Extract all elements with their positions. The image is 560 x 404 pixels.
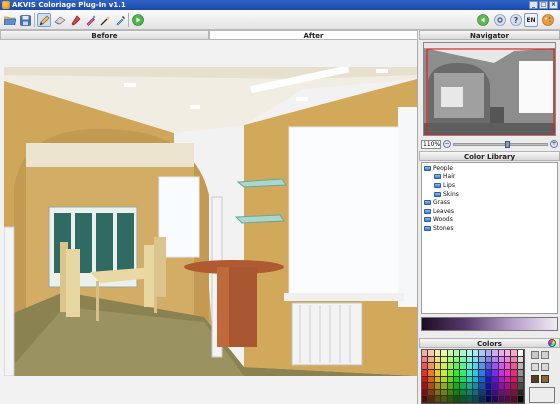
app-icon (2, 1, 10, 9)
right-panel: Navigator 110% − + Color Library People … (419, 30, 560, 404)
color-slot[interactable] (531, 363, 539, 371)
maximize-button[interactable]: □ (539, 1, 548, 9)
library-item[interactable]: Skins (424, 190, 555, 199)
navigator-thumbnail[interactable] (423, 42, 556, 136)
library-item[interactable]: People (424, 164, 555, 173)
color-swatch[interactable] (517, 369, 524, 377)
color-gradient-bar[interactable] (421, 317, 558, 331)
toolbar: ? EN (0, 10, 560, 30)
library-item[interactable]: Hair (424, 173, 555, 182)
zoom-out-button[interactable]: − (443, 140, 451, 148)
back-icon[interactable] (476, 13, 490, 27)
color-swatch[interactable] (517, 350, 524, 357)
color-slot[interactable] (541, 351, 549, 359)
folder-icon (434, 191, 441, 197)
color-swatch[interactable] (517, 396, 524, 403)
window-controls: _ □ × (529, 1, 558, 9)
library-item[interactable]: Leaves (424, 207, 555, 216)
color-swatch[interactable] (517, 389, 524, 397)
folder-icon (424, 208, 431, 214)
zoom-field[interactable]: 110% (421, 139, 441, 149)
zoom-slider-thumb[interactable] (505, 140, 511, 148)
svg-text:?: ? (514, 16, 519, 25)
open-icon[interactable] (3, 13, 17, 27)
color-swatch[interactable] (517, 383, 524, 390)
view-tabs: Before After (0, 30, 418, 40)
library-item[interactable]: Lips (424, 181, 555, 190)
color-slot[interactable] (541, 363, 549, 371)
eraser-icon[interactable] (53, 13, 67, 27)
color-slot[interactable] (531, 351, 539, 359)
folder-icon (424, 200, 431, 206)
settings-icon[interactable] (493, 13, 507, 27)
close-button[interactable]: × (549, 1, 558, 9)
color-slot[interactable] (531, 375, 539, 383)
help-icon[interactable]: ? (509, 13, 523, 27)
color-slot[interactable] (541, 375, 549, 383)
current-color-preview[interactable] (529, 387, 555, 403)
folder-icon (424, 165, 431, 171)
palette-icon[interactable] (548, 339, 556, 347)
room-image[interactable] (4, 67, 417, 376)
zoom-controls: 110% − + (421, 139, 558, 149)
pencil-icon[interactable] (37, 13, 51, 27)
eyedropper-icon[interactable] (113, 13, 127, 27)
paint-icon[interactable] (541, 13, 555, 27)
color-swatch[interactable] (517, 363, 524, 370)
library-item[interactable]: Woods (424, 216, 555, 225)
colors-title: Colors (419, 338, 560, 348)
folder-icon (424, 225, 431, 231)
color-swatch-grid[interactable] (421, 349, 525, 404)
folder-icon (434, 174, 441, 180)
color-library-tree: People Hair Lips Skins Grass Leaves Wood… (421, 162, 558, 314)
tab-before[interactable]: Before (0, 30, 209, 40)
image-canvas[interactable] (0, 40, 418, 404)
folder-icon (434, 182, 441, 188)
library-item[interactable]: Stones (424, 224, 555, 233)
color-swatch[interactable] (517, 376, 524, 384)
language-button[interactable]: EN (524, 13, 538, 27)
navigator-title: Navigator (419, 30, 560, 40)
color-library-title: Color Library (419, 151, 560, 161)
radiator (291, 302, 363, 366)
library-item[interactable]: Grass (424, 198, 555, 207)
zoom-in-button[interactable]: + (550, 140, 558, 148)
save-icon[interactable] (18, 13, 32, 27)
color-swatch[interactable] (517, 356, 524, 364)
color-preview-area (527, 349, 558, 404)
run-icon[interactable] (131, 13, 145, 27)
minimize-button[interactable]: _ (529, 1, 538, 9)
magic-wand-icon[interactable] (98, 13, 112, 27)
tab-after[interactable]: After (209, 30, 418, 40)
chalk-icon[interactable] (83, 13, 97, 27)
window-title: AKVIS Coloriage Plug-In v1.1 (12, 1, 126, 9)
title-bar: AKVIS Coloriage Plug-In v1.1 _ □ × (0, 0, 560, 10)
folder-icon (424, 217, 431, 223)
brush-icon[interactable] (68, 13, 82, 27)
zoom-slider[interactable] (453, 140, 548, 148)
